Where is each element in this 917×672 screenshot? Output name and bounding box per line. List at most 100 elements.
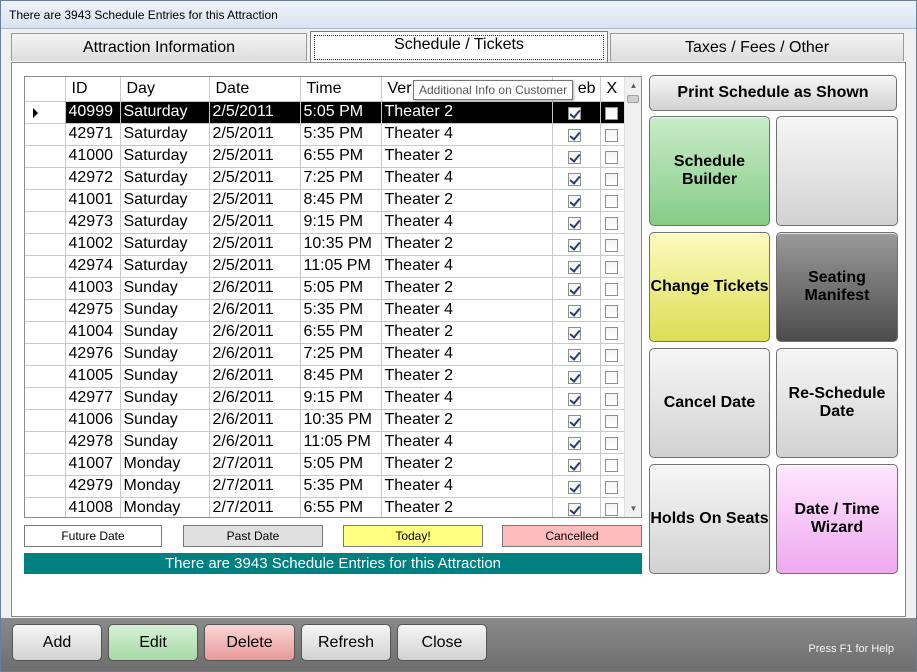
cell-venue[interactable]: Theater 4 [381,299,553,322]
row-header[interactable] [25,343,66,366]
web-checkbox[interactable] [567,371,581,384]
column-header-id[interactable]: ID [65,77,121,102]
cell-day[interactable]: Saturday [120,211,210,234]
table-row[interactable]: 42978 Sunday 2/6/2011 11:05 PM Theater 4 [25,431,626,454]
column-header-time[interactable]: Time [300,77,382,102]
cell-date[interactable]: 2/5/2011 [209,123,301,146]
cell-venue[interactable]: Theater 4 [381,167,553,190]
cell-day[interactable]: Saturday [120,167,210,190]
row-header[interactable] [25,365,66,388]
column-header-date[interactable]: Date [209,77,301,102]
cell-id[interactable]: 42976 [65,343,121,366]
x-checkbox[interactable] [604,173,618,186]
table-row[interactable]: 42975 Sunday 2/6/2011 5:35 PM Theater 4 [25,299,626,322]
row-header[interactable] [25,387,66,410]
cell-venue[interactable]: Theater 4 [381,211,553,234]
cell-day[interactable]: Sunday [120,365,210,388]
cell-venue[interactable]: Theater 4 [381,431,553,454]
cell-date[interactable]: 2/6/2011 [209,299,301,322]
cell-date[interactable]: 2/6/2011 [209,365,301,388]
cell-id[interactable]: 42975 [65,299,121,322]
web-checkbox[interactable] [567,305,581,318]
print-schedule-button[interactable]: Print Schedule as Shown [649,75,897,111]
web-checkbox[interactable] [567,151,581,164]
cell-id[interactable]: 42978 [65,431,121,454]
cell-day[interactable]: Sunday [120,387,210,410]
web-checkbox[interactable] [567,459,581,472]
cell-day[interactable]: Saturday [120,101,210,124]
table-row[interactable]: 41008 Monday 2/7/2011 6:55 PM Theater 2 [25,497,626,517]
cell-time[interactable]: 6:55 PM [300,145,382,168]
x-checkbox[interactable] [604,261,618,274]
row-header[interactable] [25,123,66,146]
cell-time[interactable]: 8:45 PM [300,365,382,388]
edit-button[interactable]: Edit [108,624,198,661]
row-header[interactable] [25,299,66,322]
x-checkbox[interactable] [604,393,618,406]
column-header-day[interactable]: Day [120,77,210,102]
cell-day[interactable]: Saturday [120,189,210,212]
cell-date[interactable]: 2/5/2011 [209,101,301,124]
cell-id[interactable]: 42971 [65,123,121,146]
cell-venue[interactable]: Theater 4 [381,475,553,498]
cell-venue[interactable]: Theater 2 [381,101,553,124]
cell-time[interactable]: 10:35 PM [300,233,382,256]
cell-venue[interactable]: Theater 2 [381,321,553,344]
date-time-wizard-button[interactable]: Date / Time Wizard [776,464,898,574]
cell-date[interactable]: 2/6/2011 [209,387,301,410]
web-checkbox[interactable] [567,327,581,340]
table-row[interactable]: 41007 Monday 2/7/2011 5:05 PM Theater 2 [25,453,626,476]
cell-date[interactable]: 2/6/2011 [209,277,301,300]
cell-date[interactable]: 2/6/2011 [209,409,301,432]
x-checkbox[interactable] [604,217,618,230]
seating-manifest-button[interactable]: Seating Manifest [776,232,898,342]
cell-id[interactable]: 42974 [65,255,121,278]
table-row[interactable]: 42979 Monday 2/7/2011 5:35 PM Theater 4 [25,475,626,498]
table-row[interactable]: 41006 Sunday 2/6/2011 10:35 PM Theater 2 [25,409,626,432]
web-checkbox[interactable] [567,129,581,142]
cell-id[interactable]: 41007 [65,453,121,476]
column-header-x[interactable]: X [600,77,626,102]
cell-id[interactable]: 41003 [65,277,121,300]
cell-date[interactable]: 2/7/2011 [209,453,301,476]
cell-id[interactable]: 41004 [65,321,121,344]
cell-time[interactable]: 5:05 PM [300,277,382,300]
cell-time[interactable]: 10:35 PM [300,409,382,432]
cell-date[interactable]: 2/7/2011 [209,475,301,498]
cell-id[interactable]: 42977 [65,387,121,410]
cell-venue[interactable]: Theater 2 [381,145,553,168]
blank-action-button[interactable] [776,116,898,226]
tab-taxes-fees-other[interactable]: Taxes / Fees / Other [610,33,904,61]
web-checkbox[interactable] [567,261,581,274]
scroll-up-icon[interactable]: ▲ [625,77,641,94]
cell-day[interactable]: Monday [120,475,210,498]
cell-time[interactable]: 9:15 PM [300,387,382,410]
web-checkbox[interactable] [567,349,581,362]
cell-time[interactable]: 6:55 PM [300,497,382,517]
cell-venue[interactable]: Theater 2 [381,453,553,476]
cancel-date-button[interactable]: Cancel Date [649,348,770,458]
row-header[interactable] [25,409,66,432]
scroll-down-icon[interactable]: ▼ [625,500,641,517]
cell-day[interactable]: Sunday [120,431,210,454]
row-header[interactable] [25,145,66,168]
cell-day[interactable]: Sunday [120,321,210,344]
row-header[interactable] [25,431,66,454]
cell-date[interactable]: 2/5/2011 [209,211,301,234]
cell-venue[interactable]: Theater 2 [381,189,553,212]
table-row[interactable]: 41005 Sunday 2/6/2011 8:45 PM Theater 2 [25,365,626,388]
cell-date[interactable]: 2/5/2011 [209,233,301,256]
cell-day[interactable]: Sunday [120,299,210,322]
table-row[interactable]: 41001 Saturday 2/5/2011 8:45 PM Theater 2 [25,189,626,212]
x-checkbox[interactable] [604,239,618,252]
cell-time[interactable]: 5:05 PM [300,101,382,124]
refresh-button[interactable]: Refresh [301,624,391,661]
holds-on-seats-button[interactable]: Holds On Seats [649,464,770,574]
table-row[interactable]: 42972 Saturday 2/5/2011 7:25 PM Theater 4 [25,167,626,190]
cell-day[interactable]: Monday [120,497,210,517]
close-button[interactable]: Close [397,624,487,661]
web-checkbox[interactable] [567,107,581,120]
cell-day[interactable]: Saturday [120,233,210,256]
cell-date[interactable]: 2/6/2011 [209,321,301,344]
schedule-builder-button[interactable]: Schedule Builder [649,116,770,226]
